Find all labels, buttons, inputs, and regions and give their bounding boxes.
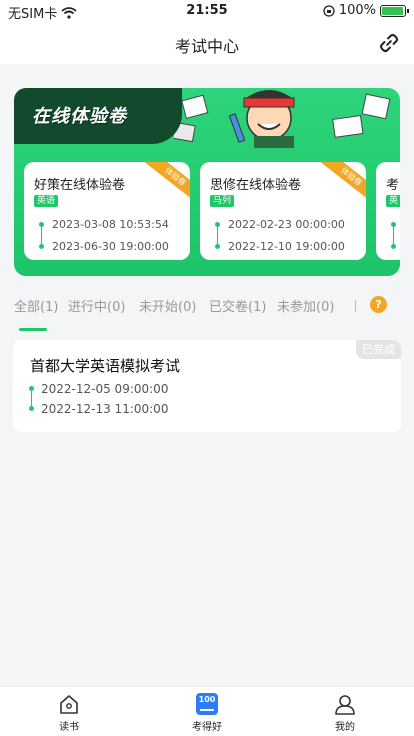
status-badge: 已完成 — [356, 340, 401, 359]
timeline-line — [41, 227, 42, 244]
tab-bar-label: 我的 — [335, 722, 355, 733]
tab-absent[interactable]: 未参加(0) — [277, 296, 334, 315]
page-title: 考试中心 — [174, 37, 239, 56]
trial-paper-banner: 在线体验卷 体验卷 好策在线体验卷 英语 2023-03-08 10:53:54… — [14, 88, 400, 276]
subject-tag: 英语 — [34, 195, 59, 207]
start-time: 2022-02-23 00:00:00 — [228, 218, 345, 231]
link-icon[interactable] — [378, 32, 400, 54]
tab-all[interactable]: 全部(1) — [14, 296, 58, 315]
timeline-line — [393, 227, 394, 244]
score-100-icon: 100 — [196, 693, 218, 715]
trial-paper-card[interactable]: 考 英 — [376, 162, 400, 260]
orientation-lock-icon — [323, 4, 335, 17]
end-time: 2022-12-13 11:00:00 — [41, 402, 169, 416]
timeline-line — [31, 391, 32, 406]
tab-not-started[interactable]: 未开始(0) — [139, 296, 196, 315]
trial-ribbon: 体验卷 — [143, 162, 190, 205]
tab-bar-label: 考得好 — [192, 722, 222, 733]
battery-icon — [380, 4, 409, 17]
home-icon — [60, 695, 78, 714]
tab-bar-label: 读书 — [59, 722, 79, 733]
trial-ribbon: 体验卷 — [319, 162, 366, 205]
tab-bar-item-exam[interactable]: 100 考得好 — [138, 687, 276, 736]
start-time: 2023-03-08 10:53:54 — [52, 218, 169, 231]
timeline-dot — [29, 406, 34, 411]
trial-paper-list: 体验卷 好策在线体验卷 英语 2023-03-08 10:53:54 2023-… — [24, 162, 400, 262]
timeline-line — [217, 227, 218, 244]
end-time: 2022-12-10 19:00:00 — [228, 240, 345, 253]
tab-bar-item-me[interactable]: 我的 — [276, 687, 414, 736]
nav-bar: 考试中心 — [0, 22, 414, 64]
tab-divider — [355, 300, 356, 312]
tab-in-progress[interactable]: 进行中(0) — [68, 296, 125, 315]
trial-paper-card[interactable]: 体验卷 思修在线体验卷 马列 2022-02-23 00:00:00 2022-… — [200, 162, 366, 260]
paper-name: 好策在线体验卷 — [34, 178, 126, 193]
banner-title-tab: 在线体验卷 — [14, 88, 182, 144]
help-icon[interactable]: ? — [370, 296, 387, 313]
status-right: 100% — [323, 3, 409, 18]
battery-fill — [382, 6, 403, 15]
status-bar: 无SIM卡 21:55 100% — [0, 0, 414, 22]
cartoon-student-illustration — [174, 90, 391, 148]
subject-tag: 英 — [386, 195, 400, 207]
timeline-dot — [215, 244, 220, 249]
exam-title: 首都大学英语模拟考试 — [30, 357, 181, 375]
start-time: 2022-12-05 09:00:00 — [41, 382, 169, 396]
trial-paper-card[interactable]: 体验卷 好策在线体验卷 英语 2023-03-08 10:53:54 2023-… — [24, 162, 190, 260]
paper-name: 思修在线体验卷 — [210, 178, 302, 193]
subject-tag: 马列 — [210, 195, 235, 207]
paper-name: 考 — [386, 178, 400, 193]
battery-percent: 100% — [338, 3, 376, 18]
timeline-dot — [391, 244, 396, 249]
timeline-dot — [39, 244, 44, 249]
active-tab-indicator — [19, 328, 47, 331]
exam-card[interactable]: 已完成 首都大学英语模拟考试 2022-12-05 09:00:00 2022-… — [13, 340, 401, 432]
person-icon — [335, 695, 355, 715]
tab-submitted[interactable]: 已交卷(1) — [209, 296, 266, 315]
bottom-tab-bar: 读书 100 考得好 我的 — [0, 686, 414, 736]
exam-filter-tabs: 全部(1) 进行中(0) 未开始(0) 已交卷(1) 未参加(0) ? — [0, 292, 414, 332]
tab-bar-item-reading[interactable]: 读书 — [0, 687, 138, 736]
end-time: 2023-06-30 19:00:00 — [52, 240, 169, 253]
banner-title: 在线体验卷 — [32, 106, 127, 127]
